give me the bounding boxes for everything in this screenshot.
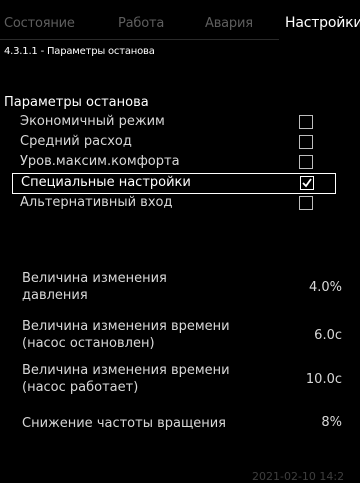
timestamp: 2021-02-10 14:2 (252, 470, 345, 483)
tab-bar: Состояние Работа Авария Настройки (0, 0, 360, 42)
option-label: Средний расход (20, 134, 132, 149)
param-name: Величина изменения времени (насос остано… (22, 319, 230, 351)
option-economy-mode[interactable]: Экономичный режим (12, 113, 342, 132)
option-alternative-input[interactable]: Альтернативный вход (12, 194, 342, 213)
checkbox[interactable] (299, 135, 313, 149)
param-time-change-running[interactable]: Величина изменения времени (насос работа… (22, 362, 342, 398)
option-max-comfort[interactable]: Уров.максим.комфорта (12, 153, 342, 172)
option-label: Экономичный режим (20, 114, 165, 129)
section-title: Параметры останова (4, 95, 149, 110)
checkbox[interactable] (299, 155, 313, 169)
param-time-change-stopped[interactable]: Величина изменения времени (насос остано… (22, 318, 342, 354)
tab-divider (0, 39, 279, 40)
tab-settings[interactable]: Настройки (279, 12, 360, 37)
checkbox[interactable] (299, 196, 313, 210)
option-special-settings[interactable]: Специальные настройки (12, 173, 336, 194)
tab-alarm[interactable]: Авария (205, 16, 253, 31)
checkmark-icon (302, 178, 312, 188)
param-speed-reduction[interactable]: Снижение частоты вращения 8% (22, 415, 342, 435)
option-label: Специальные настройки (21, 175, 191, 190)
tab-operation[interactable]: Работа (118, 16, 164, 31)
checkbox[interactable] (299, 115, 313, 129)
checkbox[interactable] (300, 176, 314, 190)
tab-status[interactable]: Состояние (4, 16, 75, 31)
param-name: Величина изменения времени (насос работа… (22, 363, 230, 395)
option-label: Альтернативный вход (20, 195, 173, 210)
option-medium-flow[interactable]: Средний расход (12, 133, 342, 152)
breadcrumb: 4.3.1.1 - Параметры останова (4, 46, 155, 57)
param-pressure-change[interactable]: Величина изменения давления 4.0% (22, 270, 342, 306)
param-name: Величина изменения давления (22, 271, 167, 303)
option-label: Уров.максим.комфорта (20, 154, 180, 169)
param-value: 8% (321, 415, 342, 430)
param-name: Снижение частоты вращения (22, 416, 226, 431)
param-value: 6.0с (314, 328, 342, 343)
param-value: 10.0с (305, 372, 342, 387)
param-value: 4.0% (308, 280, 342, 295)
